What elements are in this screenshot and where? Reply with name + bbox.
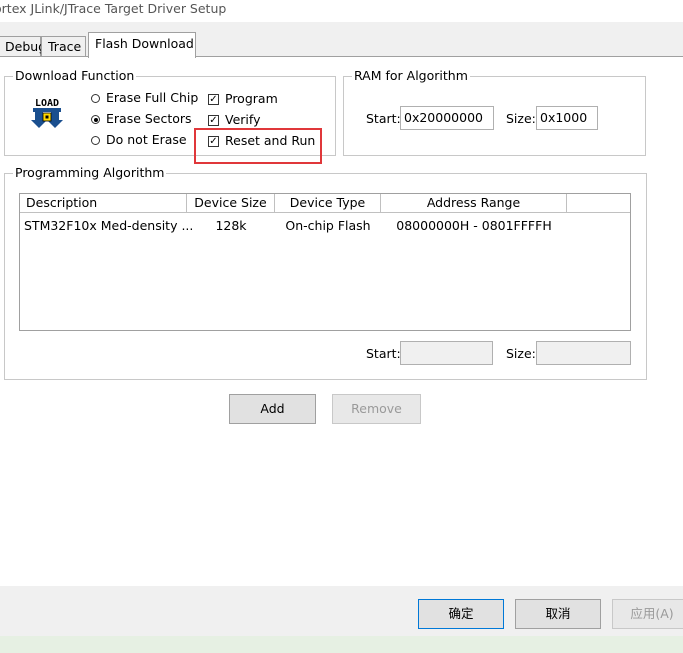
window-title: ortex JLink/JTrace Target Driver Setup bbox=[0, 1, 227, 16]
ram-start-input[interactable]: 0x20000000 bbox=[400, 106, 494, 130]
apply-button[interactable]: 应用(A) bbox=[612, 599, 683, 629]
radio-erase-sectors-label: Erase Sectors bbox=[106, 111, 192, 126]
ram-start-label: Start: bbox=[366, 111, 401, 126]
flash-download-panel: Download Function LOAD Erase Full Chip E… bbox=[0, 56, 683, 586]
load-icon-label: LOAD bbox=[35, 98, 59, 109]
dialog-button-bar: 确定 取消 应用(A) bbox=[0, 586, 683, 636]
algorithm-table: Description Device Size Device Type Addr… bbox=[19, 193, 631, 331]
remove-button[interactable]: Remove bbox=[332, 394, 421, 424]
programming-algorithm-group: Programming Algorithm Description Device… bbox=[4, 165, 647, 380]
table-row[interactable]: STM32F10x Med-density ... 128k On-chip F… bbox=[20, 194, 630, 234]
ram-size-label: Size: bbox=[506, 111, 536, 126]
algo-start-input[interactable] bbox=[400, 341, 493, 365]
ram-size-input[interactable]: 0x1000 bbox=[536, 106, 598, 130]
checkbox-reset-and-run[interactable]: ✓ bbox=[208, 136, 219, 147]
download-function-legend: Download Function bbox=[13, 68, 137, 84]
load-icon: LOAD bbox=[29, 96, 65, 130]
ram-for-algorithm-legend: RAM for Algorithm bbox=[352, 68, 470, 84]
checkbox-verify[interactable]: ✓ bbox=[208, 115, 219, 126]
checkbox-program[interactable]: ✓ bbox=[208, 94, 219, 105]
window-title-bar: ortex JLink/JTrace Target Driver Setup bbox=[0, 0, 683, 22]
taskbar-strip bbox=[0, 636, 683, 653]
checkbox-reset-and-run-label: Reset and Run bbox=[225, 133, 316, 148]
tab-flash-download[interactable]: Flash Download bbox=[88, 32, 196, 58]
cell-device-size: 128k bbox=[215, 218, 247, 233]
cell-description: STM32F10x Med-density ... bbox=[24, 218, 194, 233]
checkbox-verify-label: Verify bbox=[225, 112, 261, 127]
add-button[interactable]: Add bbox=[229, 394, 316, 424]
radio-erase-full-chip-label: Erase Full Chip bbox=[106, 90, 199, 105]
radio-erase-full-chip[interactable] bbox=[91, 94, 100, 103]
cell-device-type: On-chip Flash bbox=[285, 218, 371, 233]
tab-debug[interactable]: Debug bbox=[0, 36, 46, 57]
ok-button[interactable]: 确定 bbox=[418, 599, 504, 629]
algo-size-input[interactable] bbox=[536, 341, 631, 365]
checkbox-program-label: Program bbox=[225, 91, 278, 106]
tab-trace[interactable]: Trace bbox=[41, 36, 86, 57]
ram-for-algorithm-group: RAM for Algorithm Start: 0x20000000 Size… bbox=[343, 68, 646, 156]
radio-erase-sectors[interactable] bbox=[91, 115, 100, 124]
radio-do-not-erase-label: Do not Erase bbox=[106, 132, 187, 147]
cancel-button[interactable]: 取消 bbox=[515, 599, 601, 629]
radio-do-not-erase[interactable] bbox=[91, 136, 100, 145]
algo-size-label: Size: bbox=[506, 346, 536, 361]
programming-algorithm-legend: Programming Algorithm bbox=[13, 165, 167, 181]
cell-address-range: 08000000H - 0801FFFFH bbox=[396, 218, 552, 233]
algo-start-label: Start: bbox=[366, 346, 401, 361]
download-function-group: Download Function LOAD Erase Full Chip E… bbox=[4, 68, 336, 156]
